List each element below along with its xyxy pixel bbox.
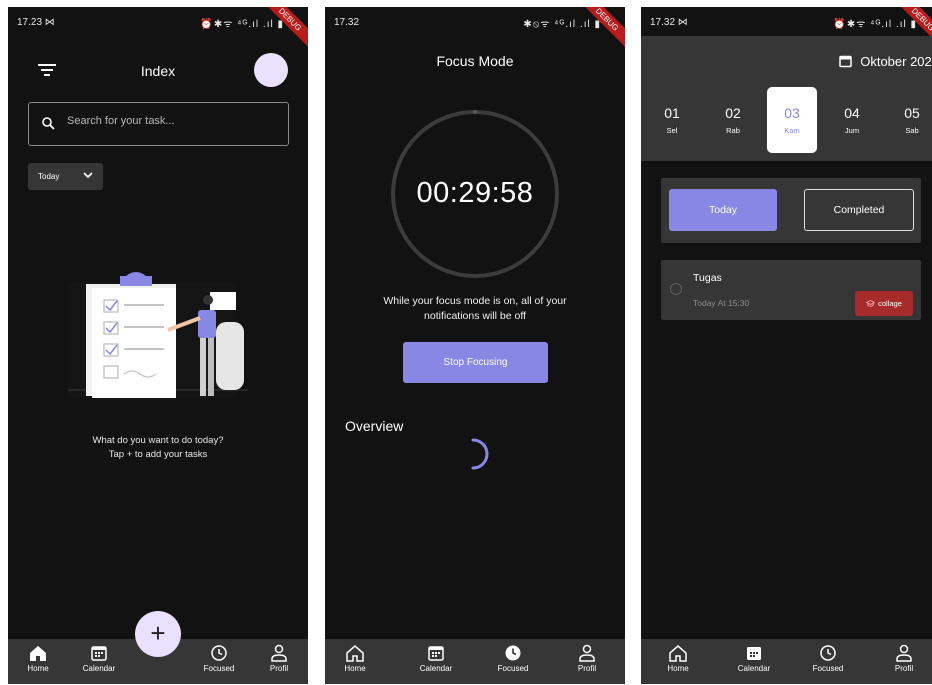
nav-home[interactable]: Home <box>650 643 706 673</box>
nav-focused[interactable]: Focused <box>800 643 856 673</box>
chevron-down-icon <box>83 172 93 179</box>
loading-spinner-icon <box>471 438 489 470</box>
month-selector[interactable]: Oktober 2024 <box>839 54 932 69</box>
clock-icon <box>820 645 836 661</box>
empty-state-message: What do you want to do today? Tap + to a… <box>8 434 308 462</box>
day-name: Rab <box>726 126 740 135</box>
status-bar: 17.23 ⋈ ⏰✱ᯤ ⁴ᴳ.ıl .ıl ▮ <box>8 7 308 35</box>
bottom-nav: Home Calendar Focused Profil <box>325 639 625 684</box>
nav-calendar-label: Calendar <box>419 664 453 673</box>
day-name: Sel <box>666 126 678 135</box>
add-task-button[interactable]: + <box>135 611 181 657</box>
status-icons: ⏰✱ᯤ ⁴ᴳ.ıl .ıl ▮ <box>833 19 917 30</box>
day-name: Sab <box>905 126 919 135</box>
nav-calendar[interactable]: Calendar <box>408 643 464 673</box>
person-icon <box>579 644 595 662</box>
timer-display: 00:29:58 <box>416 177 534 209</box>
task-tag-label: collage <box>878 299 902 308</box>
nav-focused-label: Focused <box>203 664 235 673</box>
search-icon <box>42 117 55 135</box>
nav-focused[interactable]: Focused <box>191 643 247 673</box>
search-field[interactable] <box>28 102 289 146</box>
day-number: 02 <box>725 105 741 121</box>
task-category-tag: collage <box>855 291 913 316</box>
calendar-icon <box>839 55 852 68</box>
focus-screen: 17.32 ✱⦸ᯤ ⁴ᴳ.ıl .ıl ▮ DEBUG Focus Mode 0… <box>325 7 625 684</box>
nav-home-label: Home <box>344 664 366 673</box>
nav-profil[interactable]: Profil <box>876 643 932 673</box>
day-item-04[interactable]: 04 Jum <box>827 87 877 153</box>
empty-state-line2: Tap + to add your tasks <box>108 449 208 460</box>
nav-calendar-label: Calendar <box>737 664 771 673</box>
overview-heading: Overview <box>345 418 404 434</box>
page-title: Focus Mode <box>436 53 514 69</box>
day-number: 05 <box>904 105 920 121</box>
nav-profil-label: Profil <box>894 664 914 673</box>
nav-profil[interactable]: Profil <box>251 643 307 673</box>
task-card[interactable]: Tugas Today At 15:30 collage <box>661 260 921 320</box>
person-icon <box>271 644 287 662</box>
nav-calendar[interactable]: Calendar <box>71 643 127 673</box>
status-time: 17.32 ⋈ <box>650 17 688 28</box>
day-item-01[interactable]: 01 Sel <box>647 87 697 153</box>
nav-home-label: Home <box>27 664 49 673</box>
task-time: Today At 15:30 <box>693 298 750 308</box>
date-filter-value: Today <box>38 172 60 181</box>
day-number: 03 <box>784 105 800 121</box>
day-item-05[interactable]: 05 Sab <box>887 87 932 153</box>
home-screen: 17.23 ⋈ ⏰✱ᯤ ⁴ᴳ.ıl .ıl ▮ DEBUG Index Toda… <box>8 7 308 684</box>
calendar-strip: Oktober 2024 01 Sel 02 Rab 03 Kam 04 Jum… <box>641 36 932 161</box>
tab-today[interactable]: Today <box>669 189 777 231</box>
date-filter-dropdown[interactable]: Today <box>28 163 103 190</box>
clock-icon <box>211 645 227 661</box>
calendar-icon <box>91 646 107 661</box>
nav-profil-label: Profil <box>577 664 597 673</box>
day-name: Kam <box>784 126 800 135</box>
nav-home[interactable]: Home <box>10 643 66 673</box>
status-bar: 17.32 ✱⦸ᯤ ⁴ᴳ.ıl .ıl ▮ <box>325 7 625 35</box>
person-icon <box>896 644 912 662</box>
task-complete-radio[interactable] <box>670 283 682 295</box>
status-icons: ⏰✱ᯤ ⁴ᴳ.ıl .ıl ▮ <box>200 19 284 30</box>
nav-focused-label: Focused <box>497 664 529 673</box>
calendar-icon <box>747 647 761 660</box>
bottom-nav: Home Calendar Focused Profil <box>641 639 932 684</box>
nav-profil-label: Profil <box>269 664 289 673</box>
calendar-icon <box>428 646 444 661</box>
tab-completed[interactable]: Completed <box>804 189 914 231</box>
task-title: Tugas <box>693 272 722 284</box>
day-name: Jum <box>844 126 860 135</box>
search-input[interactable] <box>67 115 277 127</box>
clock-icon <box>505 645 521 661</box>
status-icons: ✱⦸ᯤ ⁴ᴳ.ıl .ıl ▮ <box>523 19 601 30</box>
nav-profil[interactable]: Profil <box>559 643 615 673</box>
home-icon <box>669 645 687 662</box>
graduation-cap-icon <box>865 299 876 307</box>
status-bar: 17.32 ⋈ ⏰✱ᯤ ⁴ᴳ.ıl .ıl ▮ <box>641 7 932 35</box>
status-time: 17.23 ⋈ <box>17 17 55 28</box>
day-item-03-selected[interactable]: 03 Kam <box>767 87 817 153</box>
calendar-screen: 17.32 ⋈ ⏰✱ᯤ ⁴ᴳ.ıl .ıl ▮ DEBUG Oktober 20… <box>641 7 932 684</box>
day-number: 01 <box>664 105 680 121</box>
focus-note: While your focus mode is on, all of your… <box>383 295 567 322</box>
nav-calendar[interactable]: Calendar <box>726 643 782 673</box>
nav-home[interactable]: Home <box>327 643 383 673</box>
avatar[interactable] <box>254 53 288 87</box>
checklist-illustration <box>68 272 248 398</box>
task-status-tabs: Today Completed <box>661 178 921 243</box>
nav-home-label: Home <box>667 664 689 673</box>
nav-focused[interactable]: Focused <box>485 643 541 673</box>
nav-calendar-label: Calendar <box>82 664 116 673</box>
day-item-02[interactable]: 02 Rab <box>708 87 758 153</box>
nav-focused-label: Focused <box>812 664 844 673</box>
empty-state-line1: What do you want to do today? <box>92 435 224 446</box>
status-time: 17.32 <box>334 17 360 28</box>
home-icon <box>346 645 364 662</box>
home-icon <box>30 646 46 661</box>
day-number: 04 <box>844 105 860 121</box>
stop-focusing-button[interactable]: Stop Focusing <box>403 342 548 383</box>
month-label: Oktober 2024 <box>860 54 932 69</box>
